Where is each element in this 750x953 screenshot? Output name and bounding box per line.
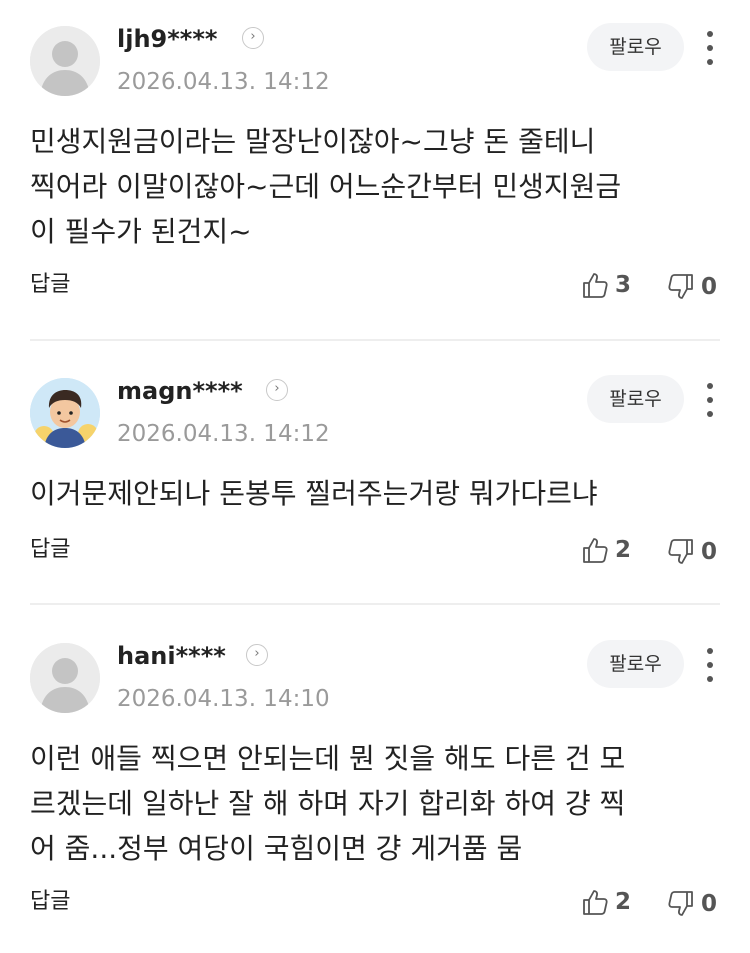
dislike-count: 0: [701, 274, 718, 300]
comment-text-line: 이런 애들 찍으면 안되는데 뭔 짓을 해도 다른 건 모: [30, 742, 626, 775]
comment-text-line: 어 줌...정부 여당이 국힘이면 걍 게거품 뭄: [30, 832, 523, 865]
thumbs-down-icon: [667, 890, 695, 918]
follow-button[interactable]: 팔로우: [587, 640, 684, 688]
default-avatar-icon[interactable]: [30, 26, 100, 96]
reply-button[interactable]: 답글: [30, 887, 70, 917]
thumbs-up-icon: [581, 888, 609, 916]
like-button[interactable]: 2: [581, 887, 631, 917]
divider: [30, 603, 720, 605]
follow-button[interactable]: 팔로우: [587, 375, 684, 423]
comment-text: 민생지원금이라는 말장난이잖아~그냥 돈 줄테니 찍어라 이말이잖아~근데 어느…: [30, 119, 710, 254]
like-count: 2: [615, 537, 632, 563]
comment-date: 2026.04.13. 14:10: [117, 686, 330, 712]
dislike-button[interactable]: 0: [667, 537, 717, 567]
like-button[interactable]: 3: [581, 270, 631, 300]
nickname[interactable]: hani****: [117, 639, 226, 673]
comment-item: hani**** › 2026.04.13. 14:10 팔로우 이런 애들 찍…: [0, 617, 750, 953]
comment-item: magn**** › 2026.04.13. 14:12 팔로우 이거문제안되나…: [0, 352, 750, 602]
comment-text-line: 르겠는데 일하난 잘 해 하며 자기 합리화 하여 걍 찍: [30, 787, 626, 820]
more-options-icon[interactable]: [700, 380, 720, 420]
dislike-count: 0: [701, 539, 718, 565]
thumbs-up-icon: [581, 536, 609, 564]
thumbs-down-icon: [667, 538, 695, 566]
comment-text: 이거문제안되나 돈봉투 찔러주는거랑 뭐가다르냐: [30, 471, 710, 516]
divider: [30, 339, 720, 341]
reply-button[interactable]: 답글: [30, 535, 70, 565]
follow-button[interactable]: 팔로우: [587, 23, 684, 71]
cartoon-avatar-icon[interactable]: [30, 378, 100, 448]
comment-list: ljh9**** › 2026.04.13. 14:12 팔로우 민생지원금이라…: [0, 0, 750, 953]
more-options-icon[interactable]: [700, 28, 720, 68]
dislike-button[interactable]: 0: [667, 889, 717, 919]
comment-date: 2026.04.13. 14:12: [117, 421, 330, 447]
chevron-right-icon[interactable]: ›: [266, 379, 288, 401]
like-count: 2: [615, 889, 632, 915]
more-options-icon[interactable]: [700, 645, 720, 685]
thumbs-up-icon: [581, 271, 609, 299]
thumbs-down-icon: [667, 273, 695, 301]
nickname[interactable]: magn****: [117, 374, 243, 408]
chevron-right-icon[interactable]: ›: [246, 644, 268, 666]
chevron-right-icon[interactable]: ›: [242, 27, 264, 49]
like-count: 3: [615, 272, 632, 298]
like-button[interactable]: 2: [581, 535, 631, 565]
comment-text: 이런 애들 찍으면 안되는데 뭔 짓을 해도 다른 건 모 르겠는데 일하난 잘…: [30, 736, 710, 871]
comment-text-line: 찍어라 이말이잖아~근데 어느순간부터 민생지원금: [30, 170, 622, 203]
comment-text-line: 이거문제안되나 돈봉투 찔러주는거랑 뭐가다르냐: [30, 477, 598, 510]
dislike-button[interactable]: 0: [667, 272, 717, 302]
comment-date: 2026.04.13. 14:12: [117, 69, 330, 95]
comment-text-line: 이 필수가 된건지~: [30, 215, 252, 248]
dislike-count: 0: [701, 891, 718, 917]
nickname[interactable]: ljh9****: [117, 22, 217, 56]
default-avatar-icon[interactable]: [30, 643, 100, 713]
comment-text-line: 민생지원금이라는 말장난이잖아~그냥 돈 줄테니: [30, 125, 596, 158]
comment-item: ljh9**** › 2026.04.13. 14:12 팔로우 민생지원금이라…: [0, 0, 750, 340]
reply-button[interactable]: 답글: [30, 270, 70, 300]
